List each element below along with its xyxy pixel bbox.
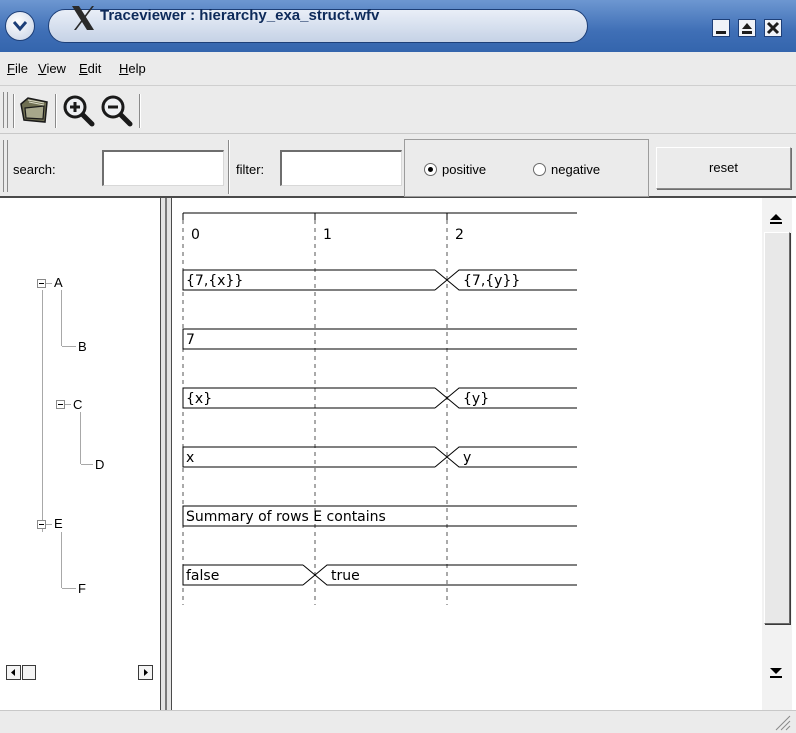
radio-negative-label: negative [551, 162, 601, 177]
scroll-down-button[interactable] [762, 662, 790, 684]
window-title: Traceviewer : hierarchy_exa_struct.wfv [100, 7, 380, 24]
menu-help[interactable]: Help [119, 61, 146, 76]
search-input[interactable] [102, 150, 224, 186]
status-bar [0, 710, 796, 733]
tree-scroll-thumb[interactable] [22, 665, 36, 680]
close-button[interactable] [764, 19, 782, 37]
search-label: search: [13, 162, 56, 177]
waveform-view: 0 1 2 {7,{x}} {7,{y}} 7 {x} {y} x y Summary of row… [172, 198, 762, 710]
window-menu-button[interactable] [5, 11, 35, 41]
arrow-left-icon [11, 669, 15, 676]
open-folder-icon [20, 97, 48, 123]
zoom-in-button[interactable] [60, 92, 96, 128]
tree-scroll-right-button[interactable] [138, 665, 153, 680]
tree-connector [80, 412, 81, 464]
tree-connector [42, 290, 43, 532]
chevron-down-icon [13, 21, 27, 32]
zoom-in-icon [63, 95, 95, 127]
tree-connector [62, 588, 76, 589]
tree-node-a[interactable]: A [54, 275, 63, 290]
tree-connector [46, 283, 52, 284]
tree-expander-c[interactable] [56, 400, 65, 409]
tree-node-e[interactable]: E [54, 516, 63, 531]
toolbar [0, 86, 796, 134]
signal-value-label: x [186, 450, 194, 466]
signal-value-label: {7,{y}} [463, 273, 520, 289]
menu-edit[interactable]: Edit [79, 61, 101, 76]
radio-positive[interactable] [424, 163, 437, 176]
radio-negative[interactable] [533, 163, 546, 176]
searchbar-grip[interactable] [3, 140, 8, 192]
tree-expander-a[interactable] [37, 279, 46, 288]
radio-selected-dot [428, 167, 433, 172]
tree-node-d[interactable]: D [95, 457, 104, 472]
tree-connector [81, 464, 93, 465]
tree-scroll-left-button[interactable] [6, 665, 21, 680]
menu-file[interactable]: File [7, 61, 28, 76]
zoom-out-icon [101, 95, 133, 127]
filter-label: filter: [236, 162, 265, 177]
signal-value-label: {7,{x}} [186, 273, 243, 289]
tree-connector [61, 532, 62, 588]
resize-grip-icon[interactable] [770, 710, 792, 732]
arrow-up-icon [770, 214, 782, 224]
open-file-button[interactable] [16, 92, 52, 128]
signal-trace-b [182, 328, 577, 350]
polarity-radio-group [404, 139, 649, 197]
minimize-icon [716, 31, 726, 34]
tree-node-c[interactable]: C [73, 397, 82, 412]
traceviewer-window: Traceviewer : hierarchy_exa_struct.wfv F… [0, 0, 796, 733]
searchbar-separator [228, 140, 230, 194]
tree-expander-e[interactable] [37, 520, 46, 529]
signal-value-label: Summary of rows E contains [186, 509, 386, 525]
pane-splitter[interactable] [160, 198, 172, 710]
waveform-canvas[interactable]: 0 1 2 {7,{x}} {7,{y}} 7 {x} {y} x y Summary of row… [172, 198, 762, 710]
time-tick-label: 2 [455, 227, 464, 243]
toolbar-separator [139, 94, 141, 128]
reset-button[interactable]: reset [656, 147, 791, 189]
arrow-right-icon [144, 669, 148, 676]
signal-tree: A B C D E F [0, 198, 160, 710]
x-logo-icon [72, 6, 94, 30]
vertical-scroll-thumb[interactable] [764, 232, 790, 624]
arrow-down-icon [770, 668, 782, 678]
toolbar-separator [55, 94, 57, 128]
signal-value-label: 7 [186, 332, 195, 348]
close-icon [766, 21, 780, 35]
tree-connector [61, 290, 62, 346]
toolbar-grip[interactable] [3, 92, 8, 128]
tree-node-b[interactable]: B [78, 339, 87, 354]
signal-value-label: y [463, 450, 471, 466]
filter-input[interactable] [280, 150, 402, 186]
maximize-icon [742, 23, 752, 34]
tree-connector [46, 524, 52, 525]
scroll-up-button[interactable] [762, 208, 790, 230]
toolbar-separator [13, 94, 15, 128]
menu-view[interactable]: View [38, 61, 66, 76]
title-bar[interactable]: Traceviewer : hierarchy_exa_struct.wfv [0, 0, 796, 52]
signal-value-label: {x} [186, 391, 212, 407]
signal-value-label: true [331, 568, 360, 584]
minimize-button[interactable] [712, 19, 730, 37]
signal-value-label: {y} [463, 391, 489, 407]
menu-bar: File View Edit Help [0, 52, 796, 86]
tree-node-f[interactable]: F [78, 581, 86, 596]
time-tick-label: 0 [191, 227, 200, 243]
maximize-button[interactable] [738, 19, 756, 37]
radio-positive-label: positive [442, 162, 487, 177]
zoom-out-button[interactable] [98, 92, 134, 128]
time-tick-label: 1 [323, 227, 332, 243]
signal-value-label: false [186, 568, 219, 584]
tree-connector [62, 346, 76, 347]
tree-connector [65, 404, 71, 405]
